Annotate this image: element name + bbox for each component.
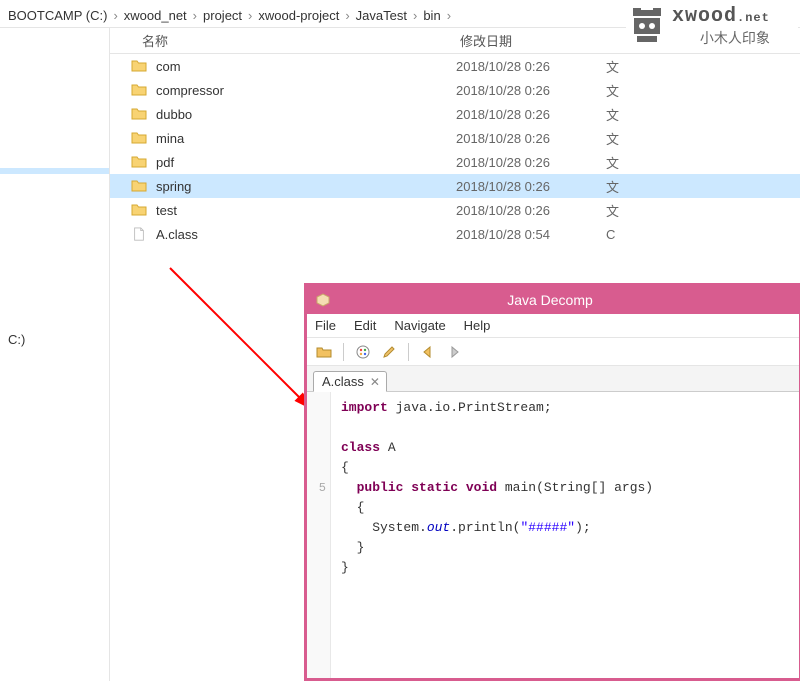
- file-row[interactable]: com2018/10/28 0:26文: [110, 54, 800, 78]
- file-row[interactable]: mina2018/10/28 0:26文: [110, 126, 800, 150]
- tab-strip[interactable]: A.class ✕: [307, 366, 799, 392]
- file-row[interactable]: dubbo2018/10/28 0:26文: [110, 102, 800, 126]
- toolbar-separator: [343, 343, 344, 361]
- file-icon: [130, 225, 148, 243]
- breadcrumb-item[interactable]: BOOTCAMP (C:): [8, 8, 107, 23]
- folder-icon: [130, 177, 148, 195]
- file-list-header[interactable]: 名称 修改日期: [110, 28, 800, 54]
- file-date: 2018/10/28 0:26: [456, 131, 606, 146]
- folder-icon: [130, 81, 148, 99]
- breadcrumb-item[interactable]: xwood_net: [124, 8, 187, 23]
- brush-icon[interactable]: [378, 341, 400, 363]
- file-type: 文: [606, 57, 666, 76]
- decompiler-title: Java Decomp: [341, 292, 799, 308]
- tree-item[interactable]: [0, 168, 109, 174]
- chevron-right-icon: [339, 8, 355, 23]
- toolbar[interactable]: [307, 338, 799, 366]
- breadcrumb-item[interactable]: project: [203, 8, 242, 23]
- file-name: A.class: [156, 227, 456, 242]
- file-name: pdf: [156, 155, 456, 170]
- decompiler-app-icon: [313, 290, 333, 310]
- decompiler-title-bar[interactable]: Java Decomp: [307, 286, 799, 314]
- file-name: test: [156, 203, 456, 218]
- file-date: 2018/10/28 0:26: [456, 59, 606, 74]
- open-icon[interactable]: [313, 341, 335, 363]
- file-date: 2018/10/28 0:26: [456, 83, 606, 98]
- chevron-right-icon: [407, 8, 423, 23]
- file-row[interactable]: A.class2018/10/28 0:54C: [110, 222, 800, 246]
- file-list[interactable]: 名称 修改日期 com2018/10/28 0:26文compressor201…: [110, 28, 800, 288]
- breadcrumb-item[interactable]: xwood-project: [258, 8, 339, 23]
- column-name[interactable]: 名称: [110, 31, 460, 50]
- chevron-right-icon: [242, 8, 258, 23]
- chevron-right-icon: [107, 8, 123, 23]
- file-type: 文: [606, 153, 666, 172]
- file-type: C: [606, 227, 666, 242]
- file-row[interactable]: test2018/10/28 0:26文: [110, 198, 800, 222]
- file-name: mina: [156, 131, 456, 146]
- breadcrumb-item[interactable]: bin: [423, 8, 440, 23]
- file-type: 文: [606, 129, 666, 148]
- menu-file[interactable]: File: [315, 318, 336, 333]
- code-editor[interactable]: 5 import java.io.PrintStream; class A { …: [307, 392, 799, 678]
- folder-icon: [130, 153, 148, 171]
- file-row[interactable]: compressor2018/10/28 0:26文: [110, 78, 800, 102]
- file-row[interactable]: pdf2018/10/28 0:26文: [110, 150, 800, 174]
- file-name: com: [156, 59, 456, 74]
- folder-icon: [130, 105, 148, 123]
- file-name: spring: [156, 179, 456, 194]
- folder-icon: [130, 129, 148, 147]
- toolbar-separator: [408, 343, 409, 361]
- column-date[interactable]: 修改日期: [460, 31, 610, 50]
- file-date: 2018/10/28 0:26: [456, 155, 606, 170]
- decompiler-window[interactable]: Java Decomp File Edit Navigate Help A.class…: [304, 283, 800, 681]
- file-date: 2018/10/28 0:26: [456, 203, 606, 218]
- chevron-right-icon: [441, 8, 457, 23]
- file-name: compressor: [156, 83, 456, 98]
- palette-icon[interactable]: [352, 341, 374, 363]
- line-gutter: 5: [307, 392, 331, 678]
- breadcrumb-item[interactable]: JavaTest: [356, 8, 407, 23]
- file-type: 文: [606, 177, 666, 196]
- folder-icon: [130, 57, 148, 75]
- watermark-main: xwood.net: [672, 5, 770, 28]
- menu-navigate[interactable]: Navigate: [394, 318, 445, 333]
- file-type: 文: [606, 201, 666, 220]
- close-icon[interactable]: ✕: [370, 375, 380, 389]
- tree-item-drive[interactable]: C:): [0, 329, 109, 350]
- menu-edit[interactable]: Edit: [354, 318, 376, 333]
- menu-bar[interactable]: File Edit Navigate Help: [307, 314, 799, 338]
- tab-a-class[interactable]: A.class ✕: [313, 371, 387, 392]
- file-row[interactable]: spring2018/10/28 0:26文: [110, 174, 800, 198]
- menu-help[interactable]: Help: [464, 318, 491, 333]
- file-date: 2018/10/28 0:54: [456, 227, 606, 242]
- file-type: 文: [606, 81, 666, 100]
- tab-label: A.class: [322, 374, 364, 389]
- chevron-right-icon: [187, 8, 203, 23]
- file-date: 2018/10/28 0:26: [456, 179, 606, 194]
- file-name: dubbo: [156, 107, 456, 122]
- code-content[interactable]: import java.io.PrintStream; class A { pu…: [331, 392, 799, 678]
- folder-tree[interactable]: C:): [0, 28, 110, 681]
- forward-icon[interactable]: [443, 341, 465, 363]
- back-icon[interactable]: [417, 341, 439, 363]
- folder-icon: [130, 201, 148, 219]
- file-type: 文: [606, 105, 666, 124]
- file-date: 2018/10/28 0:26: [456, 107, 606, 122]
